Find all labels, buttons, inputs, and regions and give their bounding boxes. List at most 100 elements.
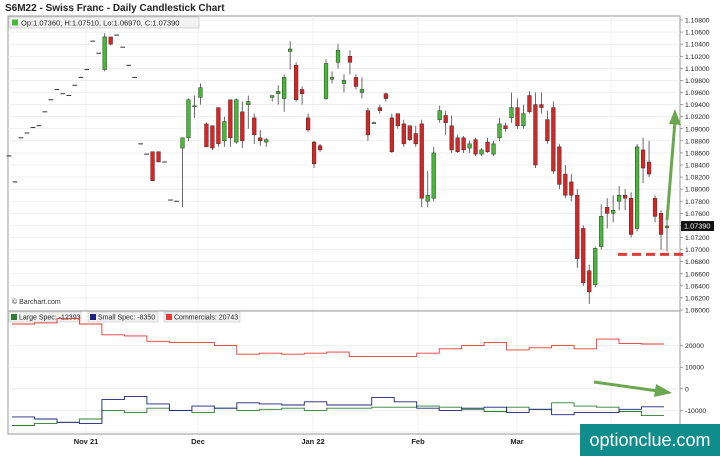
candle-down xyxy=(623,194,628,199)
candle-down xyxy=(545,119,550,142)
candle-down xyxy=(515,107,520,126)
price-tick-label: 1.08600 xyxy=(685,150,710,157)
cot-tick-label: -10000 xyxy=(685,408,706,415)
cot-tick-label: 10000 xyxy=(685,365,704,372)
candle-up xyxy=(437,110,442,120)
candle-down xyxy=(629,197,634,235)
candle-down xyxy=(646,161,652,175)
candle-down xyxy=(347,56,353,63)
candle-up xyxy=(593,248,598,285)
candle-down xyxy=(539,104,544,108)
candle-down xyxy=(533,104,538,166)
x-tick-label: Feb xyxy=(411,437,425,446)
price-tick-label: 1.07200 xyxy=(685,235,710,242)
candle-down xyxy=(294,65,299,100)
candle-down xyxy=(383,93,388,99)
candle-down xyxy=(258,137,263,142)
price-tick-label: 1.06000 xyxy=(685,308,710,315)
candle-down xyxy=(204,123,209,148)
candle-up xyxy=(323,63,329,99)
candle-down xyxy=(395,113,400,126)
candle-down xyxy=(210,125,215,149)
candle-up xyxy=(479,149,484,155)
candle-down xyxy=(228,99,233,139)
candle-down xyxy=(569,181,574,196)
candle-down xyxy=(156,151,161,163)
candle-down xyxy=(150,151,155,181)
candle-down xyxy=(605,207,610,214)
candle-up xyxy=(599,216,604,247)
legend-large-spec: Large Spec: -12393 xyxy=(19,315,81,322)
ohlc-legend: Op:1.07360, H:1.07510, Lo:1.06970, C:1.0… xyxy=(8,16,200,29)
candle-up xyxy=(198,87,203,98)
candle-up xyxy=(467,143,472,149)
price-tick-label: 1.06600 xyxy=(685,271,710,278)
candle-down xyxy=(419,123,424,199)
candle-up xyxy=(335,49,341,63)
price-tick-label: 1.07600 xyxy=(685,211,710,218)
legend-swatch-large-spec xyxy=(11,314,17,320)
watermark: optionclue.com xyxy=(580,424,720,456)
candle-up xyxy=(634,146,640,229)
candle-down xyxy=(252,117,257,136)
candle-down xyxy=(108,36,113,45)
price-tick-label: 1.08200 xyxy=(685,175,710,182)
candle-up xyxy=(425,194,430,202)
candle-up xyxy=(617,194,622,202)
barchart-credit: © Barchart.com xyxy=(12,298,61,306)
candle-down xyxy=(473,139,478,155)
candle-up xyxy=(222,121,227,142)
price-tick-label: 1.07000 xyxy=(685,247,710,254)
price-tick-label: 1.09400 xyxy=(685,102,710,109)
candle-down xyxy=(575,194,580,259)
candle-up xyxy=(102,36,107,70)
candle-up xyxy=(276,91,281,94)
x-tick-label: Mar xyxy=(510,437,523,446)
candle-down xyxy=(527,95,532,113)
candle-down xyxy=(503,125,508,129)
candle-down xyxy=(240,111,245,142)
candle-down xyxy=(365,110,371,136)
candle-down xyxy=(557,146,562,185)
price-tick-label: 1.10600 xyxy=(685,30,710,37)
legend-swatch-commercials xyxy=(166,314,172,320)
candle-up xyxy=(192,105,197,108)
cot-legend: Large Spec: -12393 Small Spec: -8350 Com… xyxy=(8,311,241,323)
candle-down xyxy=(317,145,323,151)
candle-up xyxy=(359,89,365,93)
candle-up xyxy=(664,225,670,229)
candle-down xyxy=(461,137,466,151)
candle-down xyxy=(353,77,359,87)
candle-down xyxy=(485,141,490,152)
candle-up xyxy=(282,77,287,99)
candle-down xyxy=(587,270,592,293)
candle-down xyxy=(389,117,394,152)
candle-up xyxy=(521,113,526,126)
candle-up xyxy=(270,95,275,98)
candle-down xyxy=(658,213,664,235)
candle-down xyxy=(449,125,454,151)
candle-down xyxy=(413,133,418,145)
price-tick-label: 1.08800 xyxy=(685,138,710,145)
cot-tick-label: 20000 xyxy=(685,343,704,350)
candle-down xyxy=(652,197,658,217)
legend-commercials: Commercials: 20743 xyxy=(174,315,238,322)
price-tick-label: 1.09200 xyxy=(685,114,710,121)
candle-up xyxy=(497,123,502,139)
candle-down xyxy=(305,117,311,131)
candle-up xyxy=(264,139,269,143)
candle-up xyxy=(186,99,191,139)
candle-up xyxy=(234,99,239,143)
candle-down xyxy=(581,228,586,284)
candle-down xyxy=(563,173,568,196)
ohlc-legend-text: Op:1.07360, H:1.07510, Lo:1.06970, C:1.0… xyxy=(21,19,179,28)
chart-title: S6M22 - Swiss Franc - Daily Candlestick … xyxy=(5,3,225,14)
price-tick-label: 1.10800 xyxy=(685,18,710,25)
candle-up xyxy=(611,210,616,214)
price-tick-label: 1.06200 xyxy=(685,295,710,302)
candle-up xyxy=(431,152,436,199)
candle-up xyxy=(509,107,514,119)
candle-down xyxy=(551,107,556,172)
price-tick-label: 1.09600 xyxy=(685,90,710,97)
price-tick-label: 1.06400 xyxy=(685,283,710,290)
